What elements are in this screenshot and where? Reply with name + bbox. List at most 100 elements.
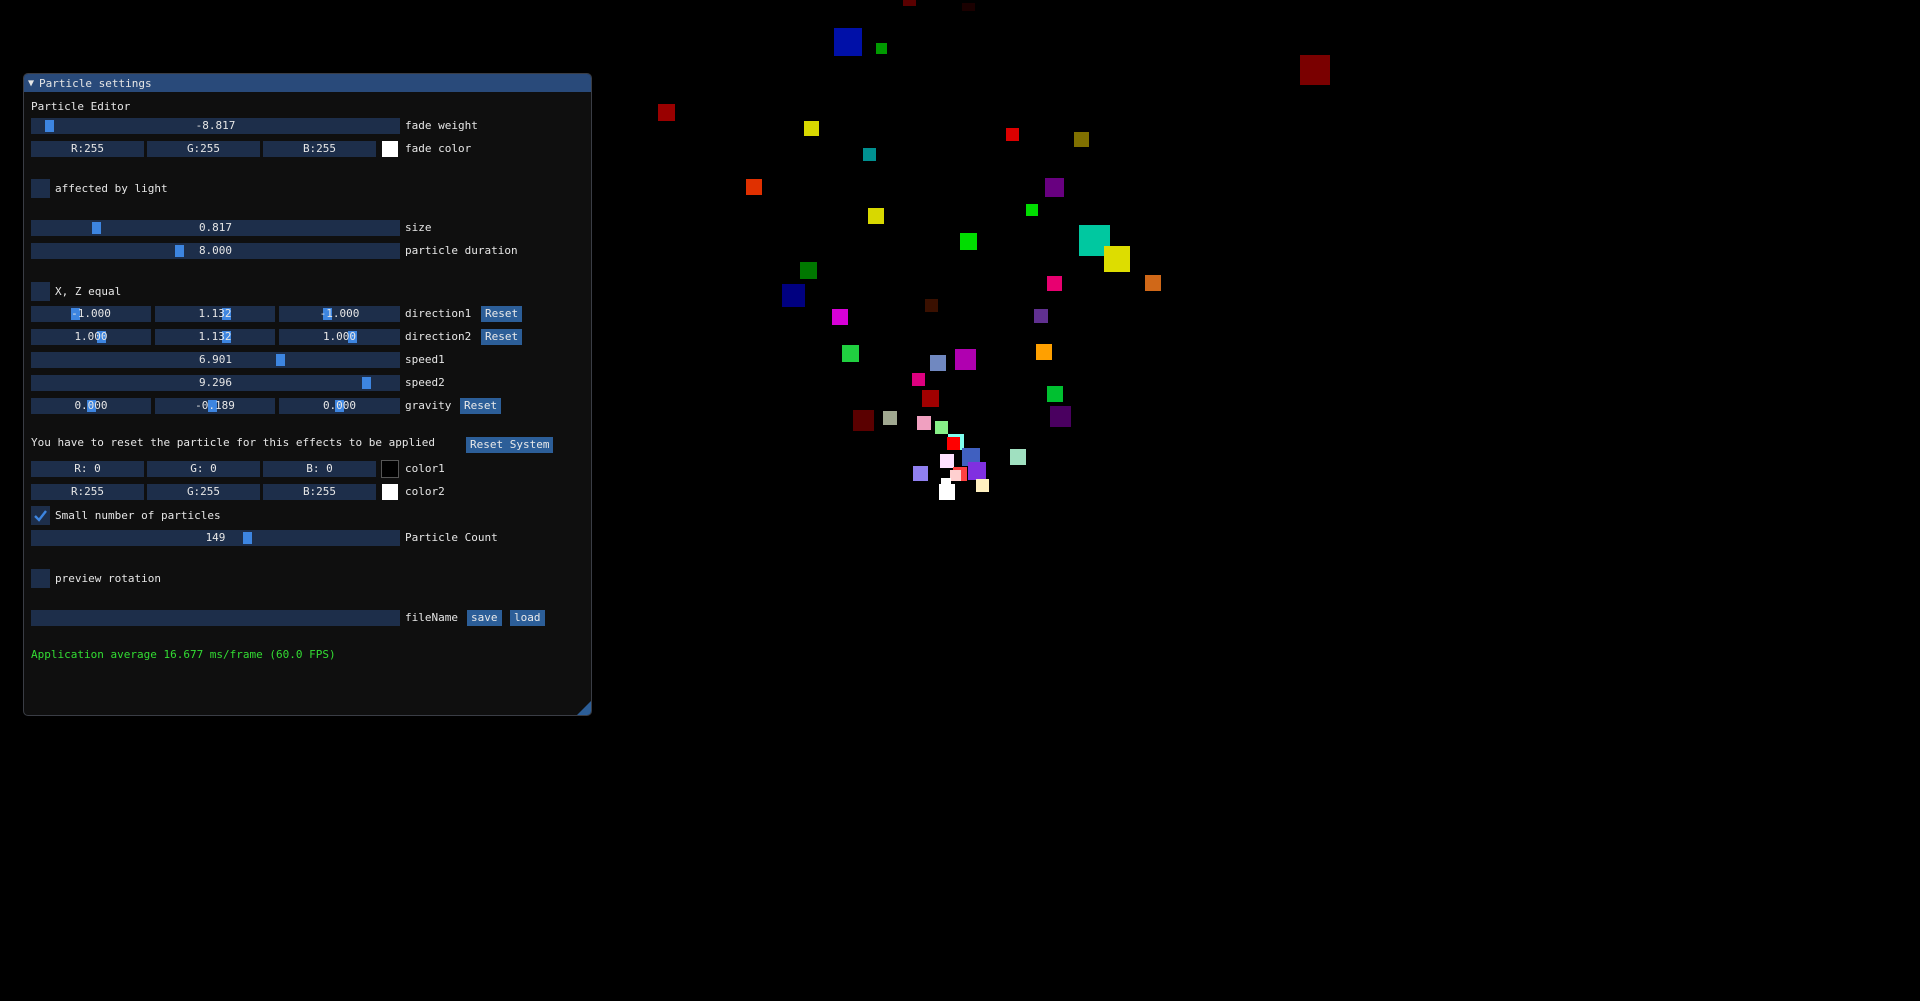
gravity-z-value: 0.000 — [322, 399, 357, 412]
particle-count-slider[interactable]: 149 — [31, 530, 400, 546]
direction2-x-value: 1.000 — [74, 330, 108, 343]
reset-note: You have to reset the particle for this … — [31, 436, 435, 449]
particle-square — [976, 479, 989, 492]
size-grab[interactable] — [92, 222, 101, 234]
color2-g-field[interactable]: G:255 — [147, 484, 260, 500]
particle-count-value: 149 — [205, 531, 226, 544]
affected-by-light-checkbox[interactable] — [31, 179, 50, 198]
gravity-label: gravity — [405, 399, 452, 412]
particle-settings-window[interactable]: ▼ Particle settings Particle Editor -8.8… — [23, 73, 592, 716]
particle-duration-label: particle duration — [405, 244, 518, 257]
particle-square — [863, 148, 876, 161]
particle-square — [1145, 275, 1161, 291]
particle-duration-slider[interactable]: 8.000 — [31, 243, 400, 259]
small-particles-label: Small number of particles — [55, 509, 221, 522]
color1-b-field[interactable]: B: 0 — [263, 461, 376, 477]
direction1-z-drag[interactable]: -1.000 — [279, 306, 400, 322]
direction2-reset-button[interactable]: Reset — [481, 329, 523, 345]
xz-equal-checkbox[interactable] — [31, 282, 50, 301]
particle-square — [746, 179, 762, 195]
particle-square — [1047, 276, 1062, 291]
gravity-z-drag[interactable]: 0.000 — [279, 398, 400, 414]
fade-weight-slider[interactable]: -8.817 — [31, 118, 400, 134]
particle-square — [800, 262, 817, 279]
gravity-x-drag[interactable]: 0.000 — [31, 398, 151, 414]
save-button[interactable]: save — [467, 610, 502, 626]
particle-square — [1010, 449, 1026, 465]
particle-square — [876, 43, 887, 54]
fade-color-b-field[interactable]: B:255 — [263, 141, 376, 157]
speed2-slider[interactable]: 9.296 — [31, 375, 400, 391]
color1-r-field[interactable]: R: 0 — [31, 461, 144, 477]
speed2-grab[interactable] — [362, 377, 371, 389]
fade-color-g-field[interactable]: G:255 — [147, 141, 260, 157]
direction1-y-drag[interactable]: 1.132 — [155, 306, 275, 322]
particle-square — [925, 299, 938, 312]
fade-color-r-field[interactable]: R:255 — [31, 141, 144, 157]
fps-readout: Application average 16.677 ms/frame (60.… — [31, 648, 336, 661]
particle-square — [922, 390, 939, 407]
editor-title: Particle Editor — [31, 100, 131, 113]
particle-square — [1036, 344, 1052, 360]
particle-square — [968, 462, 986, 480]
color1-swatch[interactable] — [381, 460, 399, 478]
resize-grip[interactable] — [577, 701, 591, 715]
speed2-value: 9.296 — [198, 376, 233, 389]
direction1-reset-button[interactable]: Reset — [481, 306, 523, 322]
particle-square — [832, 309, 848, 325]
small-particles-checkbox[interactable] — [31, 506, 50, 525]
preview-rotation-label: preview rotation — [55, 572, 161, 585]
reset-system-button[interactable]: Reset System — [466, 437, 554, 453]
speed1-label: speed1 — [405, 353, 445, 366]
file-name-input[interactable] — [31, 610, 400, 626]
particle-square — [804, 121, 819, 136]
color1-label: color1 — [405, 462, 445, 475]
fade-weight-label: fade weight — [405, 119, 478, 132]
speed1-value: 6.901 — [198, 353, 233, 366]
fade-weight-value: -8.817 — [195, 119, 236, 132]
direction1-x-drag[interactable]: -1.000 — [31, 306, 151, 322]
particle-count-grab[interactable] — [243, 532, 252, 544]
particle-square — [960, 233, 977, 250]
direction2-z-drag[interactable]: 1.000 — [279, 329, 400, 345]
collapse-arrow-icon[interactable]: ▼ — [28, 78, 34, 89]
gravity-reset-button[interactable]: Reset — [460, 398, 502, 414]
particle-square — [903, 0, 916, 6]
particle-square — [1050, 406, 1071, 427]
affected-by-light-label: affected by light — [55, 182, 168, 195]
size-slider[interactable]: 0.817 — [31, 220, 400, 236]
fade-color-swatch[interactable] — [382, 141, 398, 157]
speed1-grab[interactable] — [276, 354, 285, 366]
speed1-slider[interactable]: 6.901 — [31, 352, 400, 368]
load-button[interactable]: load — [510, 610, 545, 626]
direction2-z-value: 1.000 — [322, 330, 357, 343]
particle-square — [1006, 128, 1019, 141]
particle-square — [782, 284, 805, 307]
particle-square — [940, 454, 954, 468]
particle-duration-grab[interactable] — [175, 245, 184, 257]
gravity-y-drag[interactable]: -0.189 — [155, 398, 275, 414]
direction2-x-drag[interactable]: 1.000 — [31, 329, 151, 345]
direction1-z-value: -1.000 — [319, 307, 360, 320]
window-title-bar[interactable]: ▼ Particle settings — [24, 74, 591, 92]
particle-square — [930, 355, 946, 371]
size-label: size — [405, 221, 432, 234]
particle-square — [842, 345, 859, 362]
fade-weight-grab[interactable] — [45, 120, 54, 132]
particle-square — [658, 104, 675, 121]
color2-r-field[interactable]: R:255 — [31, 484, 144, 500]
particle-square — [834, 28, 862, 56]
window-title: Particle settings — [39, 76, 152, 90]
direction2-y-drag[interactable]: 1.132 — [155, 329, 275, 345]
particle-square — [883, 411, 897, 425]
preview-rotation-checkbox[interactable] — [31, 569, 50, 588]
color2-swatch[interactable] — [382, 484, 398, 500]
xz-equal-label: X, Z equal — [55, 285, 122, 298]
particle-square — [935, 421, 948, 434]
particle-square — [1026, 204, 1038, 216]
direction2-label: direction2 — [405, 330, 472, 343]
color2-b-field[interactable]: B:255 — [263, 484, 376, 500]
particle-square — [1047, 386, 1063, 402]
particle-square — [853, 410, 874, 431]
color1-g-field[interactable]: G: 0 — [147, 461, 260, 477]
